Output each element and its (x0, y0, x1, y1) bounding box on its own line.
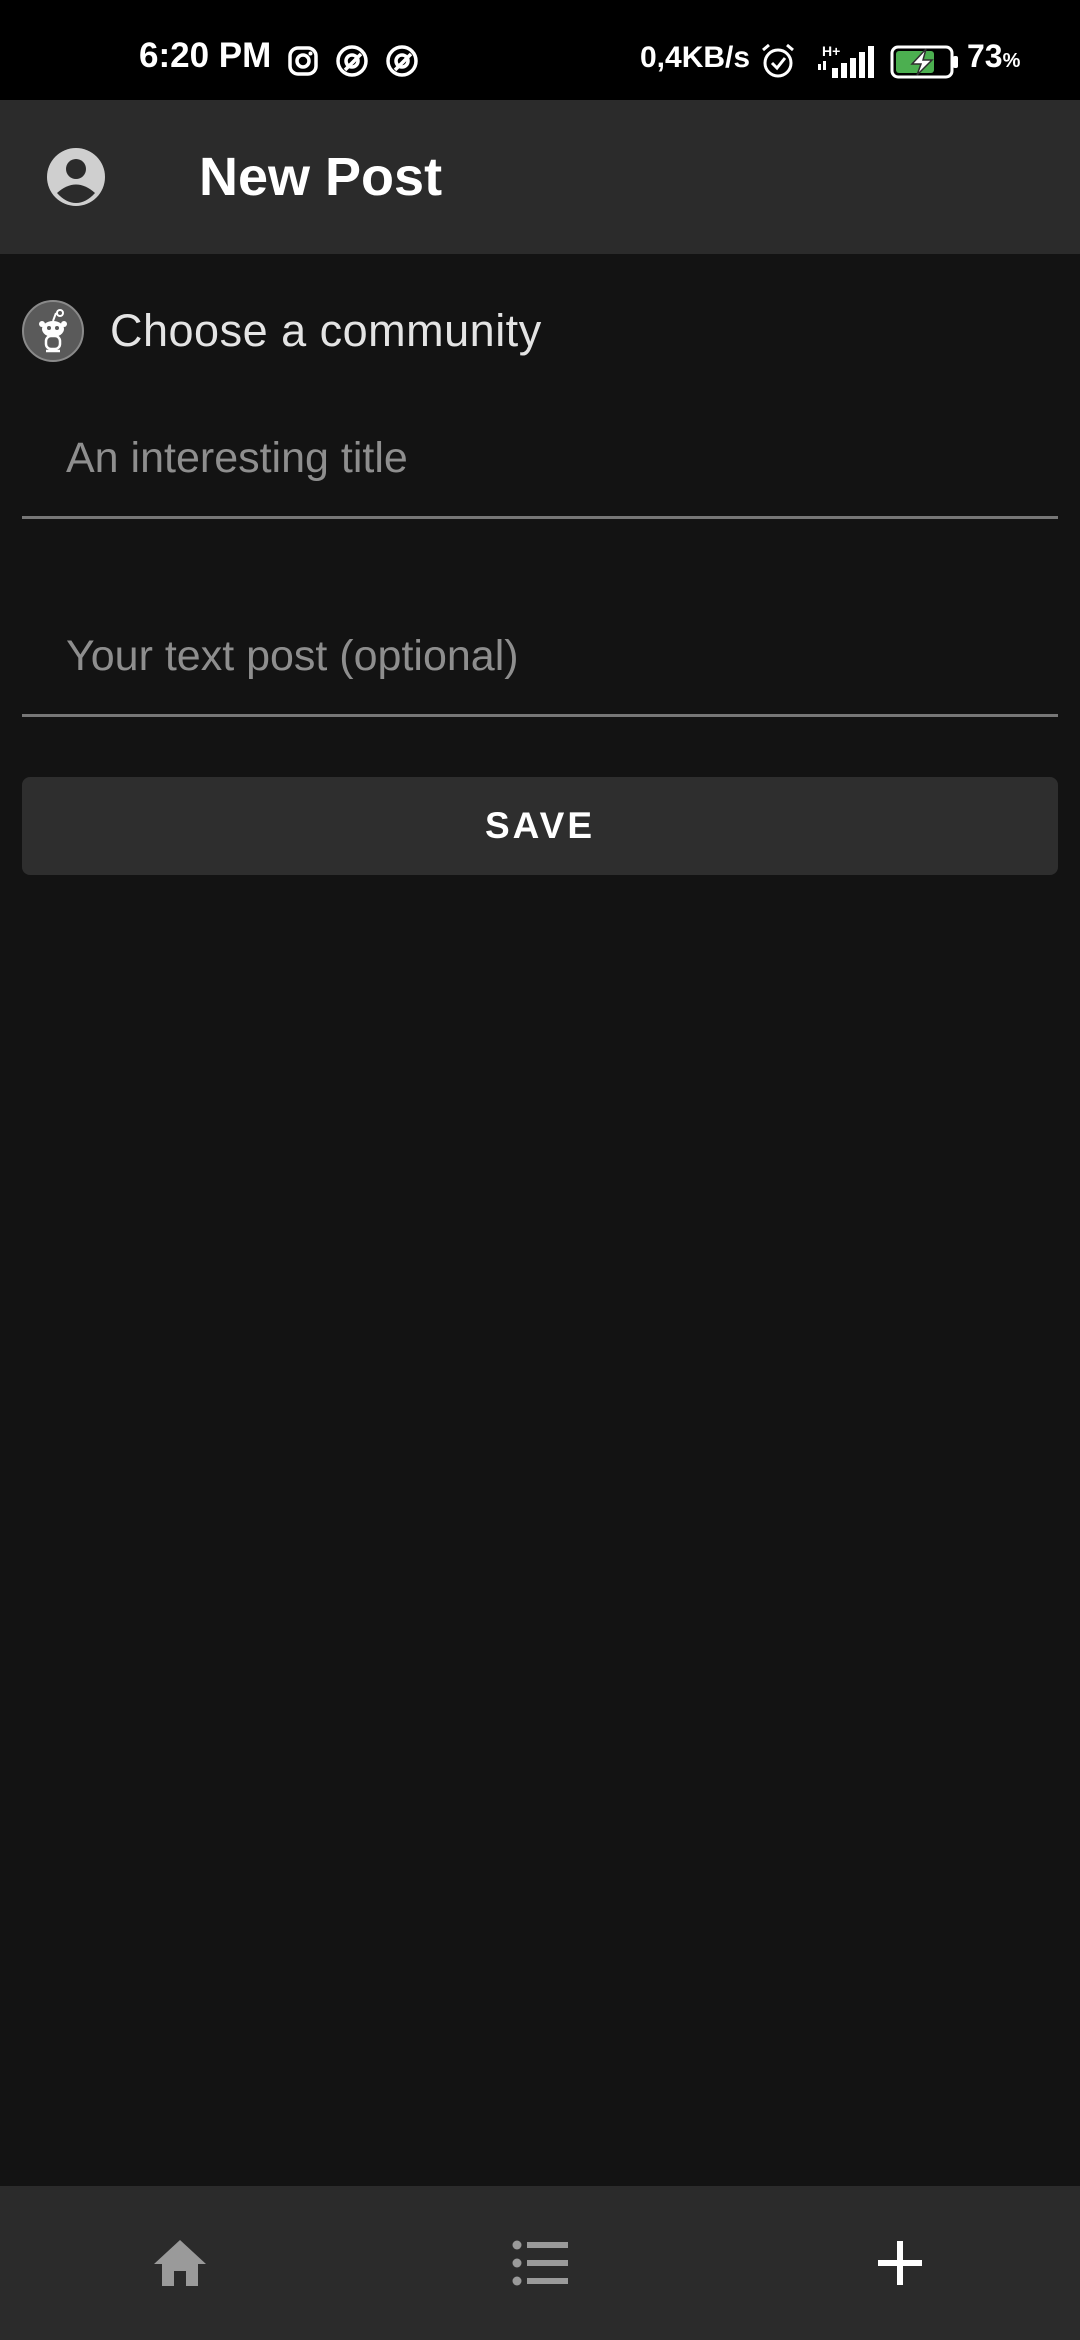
save-button[interactable]: SAVE (22, 777, 1058, 875)
battery-charging-icon (890, 45, 958, 79)
reddit-alien-icon (22, 300, 84, 362)
signal-icon (818, 46, 874, 78)
status-time: 6:20 PM (139, 36, 272, 75)
account-circle-icon[interactable] (45, 146, 107, 208)
status-bar: 6:20 PM 0,4KB/s H+ 73% (0, 0, 1080, 100)
app-bar (0, 100, 1080, 254)
app-notification-icon (336, 45, 368, 77)
app-notification-icon (386, 45, 418, 77)
battery-percentage-unit: % (1002, 50, 1021, 72)
community-picker-label: Choose a community (110, 305, 542, 356)
alarm-icon (762, 43, 794, 78)
body-field (22, 598, 1058, 717)
community-picker[interactable]: Choose a community (22, 298, 642, 364)
nav-new-post[interactable] (720, 2186, 1080, 2340)
battery-percentage-value: 73 (967, 38, 1003, 74)
network-speed: 0,4KB/s (640, 41, 751, 74)
list-icon (512, 2240, 568, 2286)
instagram-icon (288, 46, 318, 76)
page-title: New Post (199, 147, 443, 207)
nav-home[interactable] (0, 2186, 360, 2340)
home-icon (154, 2240, 206, 2286)
nav-list[interactable] (360, 2186, 720, 2340)
battery-percentage: 73% (967, 40, 1020, 72)
title-field (22, 400, 1058, 519)
title-input[interactable] (66, 400, 1026, 516)
body-input[interactable] (66, 598, 1026, 714)
plus-icon (878, 2241, 922, 2285)
